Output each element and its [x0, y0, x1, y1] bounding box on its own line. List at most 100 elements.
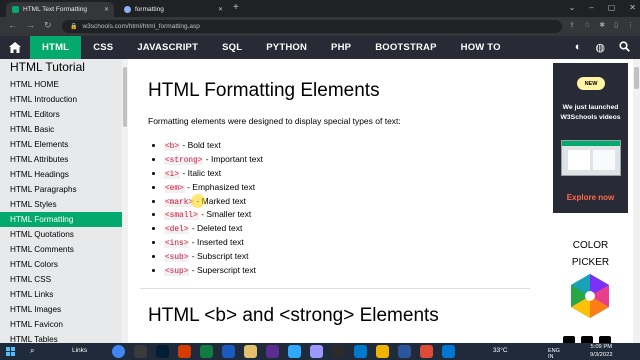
- forward-icon[interactable]: →: [26, 20, 35, 30]
- sidebar-item-html-basic[interactable]: HTML Basic: [0, 122, 122, 137]
- nav-javascript[interactable]: JAVASCRIPT: [125, 36, 210, 59]
- sidebar-item-html-favicon[interactable]: HTML Favicon: [0, 317, 122, 332]
- sidebar-item-html-styles[interactable]: HTML Styles: [0, 197, 122, 212]
- maximize-icon[interactable]: ▢: [608, 3, 616, 12]
- sidebar-item-html-images[interactable]: HTML Images: [0, 302, 122, 317]
- contrast-icon[interactable]: ◐: [575, 41, 582, 55]
- menu-dots-icon[interactable]: ⋮: [627, 21, 634, 29]
- sidebar-item-html-paragraphs[interactable]: HTML Paragraphs: [0, 182, 122, 197]
- explorer-app-icon[interactable]: [244, 345, 257, 358]
- extensions-icon[interactable]: ✱: [599, 21, 605, 29]
- language-indicator[interactable]: ENG IN: [548, 348, 560, 360]
- intro-text: Formatting elements were designed to dis…: [148, 116, 401, 126]
- excel-app-icon[interactable]: [200, 345, 213, 358]
- taskbar-search-icon[interactable]: ⌕: [30, 346, 34, 356]
- social-icons: [563, 336, 611, 343]
- list-item: <small> - Smaller text: [164, 208, 263, 222]
- sidebar-item-html-editors[interactable]: HTML Editors: [0, 107, 122, 122]
- close-window-icon[interactable]: ✕: [629, 3, 636, 12]
- topnav-right-icons: ◐ ◍: [575, 41, 630, 55]
- media-app-icon[interactable]: [266, 345, 279, 358]
- chevron-down-icon[interactable]: ⌄: [569, 3, 576, 12]
- sidebar-item-html-colors[interactable]: HTML Colors: [0, 257, 122, 272]
- sidebar-item-html-introduction[interactable]: HTML Introduction: [0, 92, 122, 107]
- tag-code: <sup>: [164, 268, 190, 277]
- globe-icon[interactable]: ◍: [595, 41, 605, 55]
- sidebar-item-html-comments[interactable]: HTML Comments: [0, 242, 122, 257]
- lock-icon: 🔒: [70, 24, 78, 30]
- app-icon[interactable]: [442, 345, 455, 358]
- url-input[interactable]: 🔒 w3schools.com/html/html_formatting.asp: [62, 20, 562, 33]
- explore-now-link[interactable]: Explore now: [553, 193, 628, 202]
- nav-html[interactable]: HTML: [30, 36, 82, 59]
- linkedin-icon[interactable]: [599, 336, 611, 343]
- share-icon[interactable]: ⇪: [569, 21, 575, 29]
- app-icon[interactable]: [398, 345, 411, 358]
- nav-sql[interactable]: SQL: [210, 36, 254, 59]
- sidebar-title: HTML Tutorial: [10, 60, 85, 74]
- nav-how-to[interactable]: HOW TO: [449, 36, 513, 59]
- sidebar-item-html-links[interactable]: HTML Links: [0, 287, 122, 302]
- sidebar-item-html-formatting[interactable]: HTML Formatting: [0, 212, 122, 227]
- page-scroll-thumb[interactable]: [634, 67, 639, 89]
- photoshop-app-icon[interactable]: [156, 345, 169, 358]
- reload-icon[interactable]: ↻: [44, 20, 52, 31]
- sidebar-scroll-thumb[interactable]: [123, 67, 127, 127]
- sidebar-item-html-attributes[interactable]: HTML Attributes: [0, 152, 122, 167]
- tab-title: formatting: [135, 6, 164, 13]
- tag-description: - Superscript text: [189, 265, 257, 276]
- minimize-icon[interactable]: –: [589, 3, 593, 12]
- search-icon[interactable]: [619, 41, 630, 55]
- videos-ad[interactable]: NEW We just launched W3Schools videos Ex…: [553, 63, 628, 213]
- window-controls: ⌄ – ▢ ✕: [569, 3, 636, 12]
- file-app-icon[interactable]: [134, 345, 147, 358]
- nav-css[interactable]: CSS: [81, 36, 125, 59]
- instagram-icon[interactable]: [581, 336, 593, 343]
- new-tab-button[interactable]: +: [233, 2, 239, 13]
- sidebar-item-html-home[interactable]: HTML HOME: [0, 77, 122, 92]
- tab-formatting[interactable]: formatting ✕: [118, 2, 228, 17]
- sidebar-item-html-quotations[interactable]: HTML Quotations: [0, 227, 122, 242]
- sidebar-item-html-css[interactable]: HTML CSS: [0, 272, 122, 287]
- color-picker-label[interactable]: COLOR PICKER: [553, 237, 628, 271]
- tab-html-text-formatting[interactable]: HTML Text Formatting ✕: [6, 2, 114, 17]
- sidebar-item-html-headings[interactable]: HTML Headings: [0, 167, 122, 182]
- star-icon[interactable]: ☆: [584, 21, 590, 29]
- nav-python[interactable]: PYTHON: [254, 36, 319, 59]
- list-item: <sup> - Superscript text: [164, 264, 263, 278]
- windows-start-icon[interactable]: [6, 347, 15, 356]
- w3schools-favicon-icon: [12, 6, 19, 13]
- taskbar-clock[interactable]: 5:09 PM 9/3/2022: [590, 344, 613, 359]
- page-scrollbar[interactable]: [633, 59, 640, 343]
- sidepanel-icon[interactable]: ▯: [614, 21, 618, 29]
- video-preview-image: [561, 140, 621, 176]
- region-code: IN: [548, 354, 554, 360]
- word-app-icon[interactable]: [222, 345, 235, 358]
- taskbar-links-label[interactable]: Links: [72, 347, 87, 354]
- chrome-app-icon[interactable]: [112, 345, 125, 358]
- sidebar-item-html-elements[interactable]: HTML Elements: [0, 137, 122, 152]
- app-icon[interactable]: [288, 345, 301, 358]
- tag-code: <small>: [164, 212, 199, 221]
- close-tab-icon[interactable]: ✕: [218, 6, 223, 13]
- app-icon[interactable]: [420, 345, 433, 358]
- vscode-app-icon[interactable]: [354, 345, 367, 358]
- url-text: w3schools.com/html/html_formatting.asp: [82, 23, 200, 30]
- facebook-icon[interactable]: [563, 336, 575, 343]
- sidebar-item-html-tables[interactable]: HTML Tables: [0, 332, 122, 343]
- app-icon[interactable]: [376, 345, 389, 358]
- tag-code: <strong>: [164, 156, 204, 165]
- powerpoint-app-icon[interactable]: [178, 345, 191, 358]
- tab-title: HTML Text Formatting: [23, 6, 87, 13]
- home-icon[interactable]: [0, 36, 30, 59]
- color-wheel-icon[interactable]: [567, 273, 613, 324]
- close-tab-icon[interactable]: ✕: [104, 6, 109, 13]
- nav-php[interactable]: PHP: [319, 36, 363, 59]
- tag-description: - Important text: [203, 153, 263, 164]
- right-column: NEW We just launched W3Schools videos Ex…: [545, 59, 633, 343]
- premiere-app-icon[interactable]: [310, 345, 323, 358]
- back-icon[interactable]: ←: [8, 20, 17, 30]
- nav-bootstrap[interactable]: BOOTSTRAP: [363, 36, 448, 59]
- weather-temp[interactable]: 33°C: [493, 347, 508, 354]
- app-icon[interactable]: [332, 345, 345, 358]
